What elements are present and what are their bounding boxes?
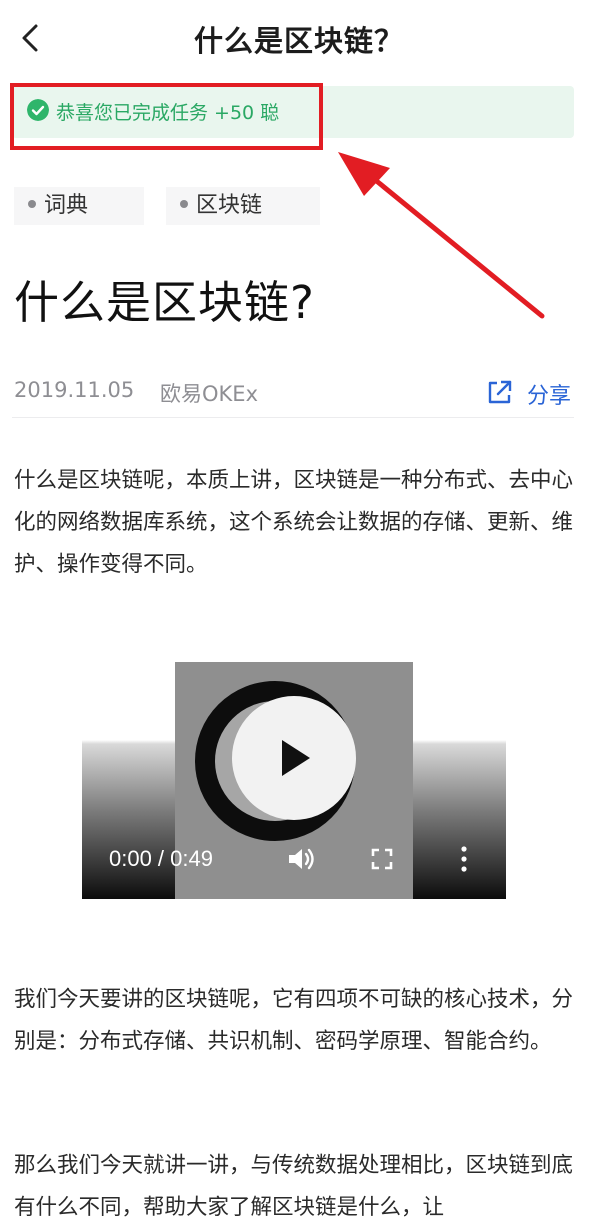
article-paragraph-2: 我们今天要讲的区块链呢，它有四项不可缺的核心技术，分别是：分布式存储、共识机制、…: [14, 987, 574, 1054]
article-paragraph-3: 那么我们今天就讲一讲，与传统数据处理相比，区块链到底有什么不同，帮助大家了解区块…: [14, 1153, 574, 1220]
tag-label: 区块链: [196, 193, 263, 218]
share-icon[interactable]: [486, 378, 514, 406]
tag-dot-icon: [28, 200, 36, 208]
tag-dot-icon: [180, 200, 188, 208]
video-player[interactable]: 0:00 / 0:49: [82, 662, 506, 899]
play-icon: [282, 740, 310, 776]
article-paragraph-1: 什么是区块链呢，本质上讲，区块链是一种分布式、去中心化的网络数据库系统，这个系统…: [14, 468, 574, 577]
article-title: 什么是区块链?: [14, 276, 315, 329]
tag-dictionary[interactable]: 词典: [14, 187, 144, 225]
page-title: 什么是区块链？: [193, 24, 404, 58]
divider: [12, 417, 574, 418]
publish-date: 2019.11.05: [14, 378, 135, 402]
tag-label: 词典: [44, 193, 89, 218]
annotation-highlight-box: [10, 83, 323, 150]
author-name: 欧易OKEx: [160, 382, 258, 406]
more-vertical-icon[interactable]: [459, 845, 469, 873]
play-button[interactable]: [232, 696, 356, 820]
tag-blockchain[interactable]: 区块链: [166, 187, 320, 225]
red-arrow-annotation: [338, 152, 545, 319]
fullscreen-icon[interactable]: [371, 848, 393, 870]
video-time: 0:00 / 0:49: [109, 846, 213, 871]
share-button[interactable]: 分享: [527, 378, 571, 410]
volume-icon[interactable]: [286, 844, 316, 874]
top-bar: 什么是区块链？: [0, 0, 598, 76]
